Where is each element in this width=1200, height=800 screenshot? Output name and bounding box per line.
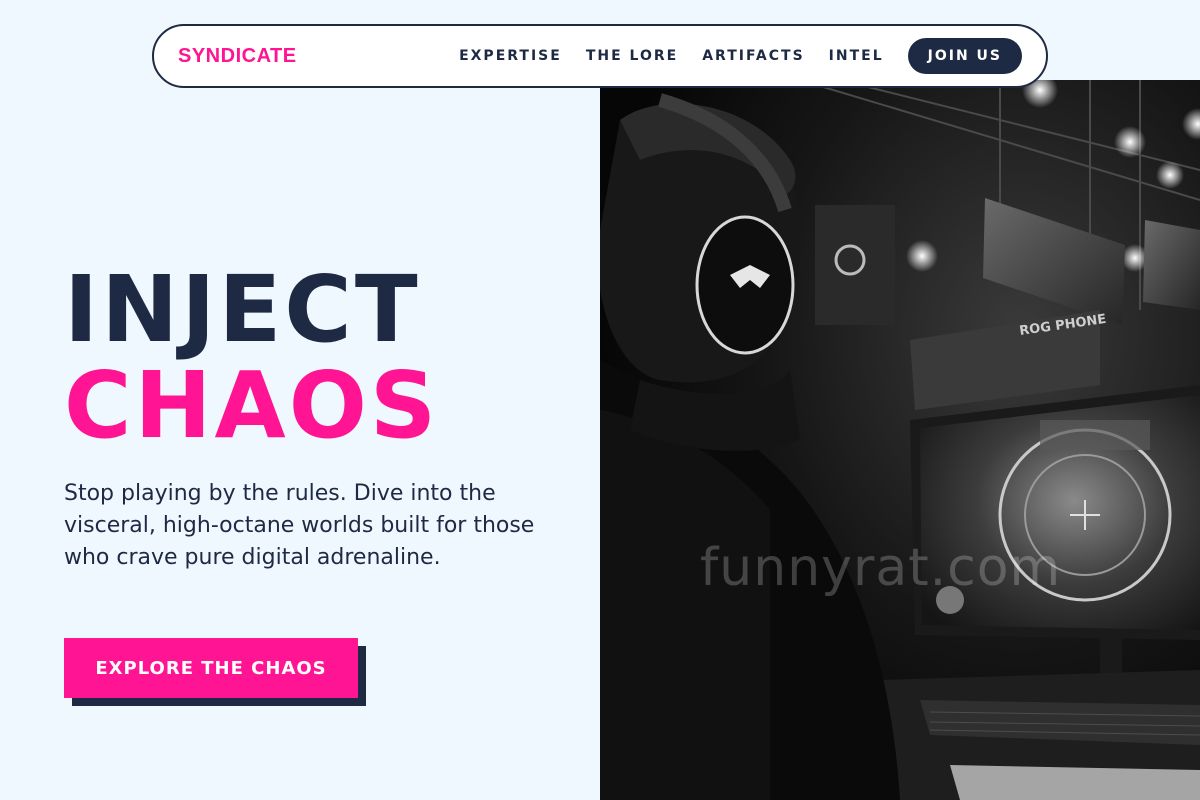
hero-title: INJECT CHAOS [64, 262, 439, 454]
hero-title-line-1: INJECT [64, 256, 421, 363]
desk-keyboard [880, 670, 1200, 800]
nav-link-expertise[interactable]: EXPERTISE [459, 48, 562, 64]
nav-link-intel[interactable]: INTEL [829, 48, 884, 64]
nav-link-the-lore[interactable]: THE LORE [586, 48, 678, 64]
hero-description: Stop playing by the rules. Dive into the… [64, 481, 535, 570]
nav-links: EXPERTISE THE LORE ARTIFACTS INTEL JOIN … [435, 38, 1022, 74]
cta-wrapper: EXPLORE THE CHAOS [64, 638, 366, 706]
join-us-button[interactable]: JOIN US [907, 38, 1022, 74]
hero-photo-gamer: ROG PHONE funnyrat.com [600, 80, 1200, 800]
top-nav: SYNDICATE EXPERTISE THE LORE ARTIFACTS I… [152, 24, 1048, 88]
hero-title-line-2: CHAOS [64, 352, 440, 459]
gamer-scene-illustration: ROG PHONE [600, 80, 1200, 800]
brand-logo[interactable]: SYNDICATE [178, 45, 297, 68]
nav-link-artifacts[interactable]: ARTIFACTS [702, 48, 804, 64]
explore-chaos-button[interactable]: EXPLORE THE CHAOS [64, 638, 358, 698]
